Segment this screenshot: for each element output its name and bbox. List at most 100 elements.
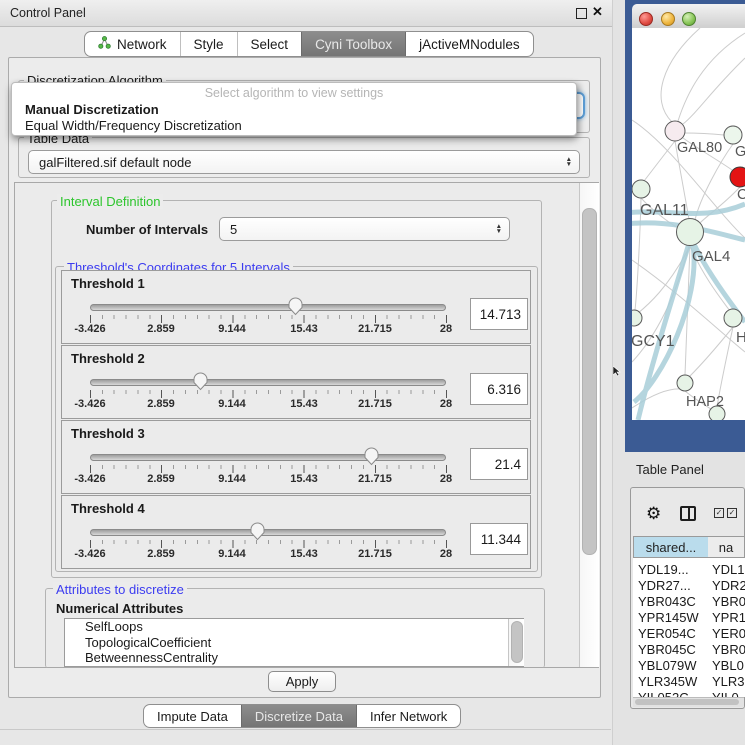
column-layout-icon[interactable] [680,506,696,521]
vertical-scrollbar-thumb[interactable] [582,208,597,555]
tab-style-label: Style [194,37,224,52]
table-row[interactable]: YLR345WYLR3 [633,674,745,690]
apply-button-label: Apply [286,674,319,689]
threshold-2-slider-thumb[interactable] [193,372,208,391]
tick-label: 9.144 [218,323,246,335]
numerical-attributes-list[interactable]: SelfLoops TopologicalCoefficient Between… [64,618,524,667]
control-panel-window: Control Panel ✕ Network Style Select [0,0,613,745]
table-row[interactable]: YBR043CYBR0 [633,594,745,610]
control-panel-titlebar: Control Panel ✕ [0,0,612,27]
node-label-gcy1: GCY1 [632,333,675,350]
tick-label: 2.859 [147,548,175,560]
zoom-traffic-light-icon[interactable] [682,12,696,26]
threshold-1-slider[interactable] [90,304,446,311]
table-row[interactable]: YDL19...YDL1 [633,562,745,578]
node-gal4[interactable] [677,219,704,246]
close-icon[interactable]: ✕ [592,4,603,20]
attributes-list-scrollbar[interactable] [508,619,524,666]
threshold-2-slider[interactable] [90,379,446,386]
threshold-2-panel: Threshold 2 -3.426 2.859 9.144 15.43 21.… [61,345,531,419]
threshold-1-value-field[interactable]: 14.713 [470,298,528,330]
popup-prompt: Select algorithm to view settings [12,85,576,102]
algorithm-popup: Select algorithm to view settings Manual… [11,82,577,136]
node-gal80[interactable] [665,121,685,141]
node-gal11[interactable] [632,180,650,198]
threshold-3-label: Threshold 3 [71,426,145,441]
table-row[interactable]: YBL079WYBL0 [633,658,745,674]
popup-option-equal-width[interactable]: Equal Width/Frequency Discretization [12,118,576,134]
threshold-3-value-field[interactable]: 21.4 [470,448,528,480]
table-horizontal-scrollbar-thumb[interactable] [635,699,739,705]
number-of-intervals-combobox[interactable]: 5 ▲▼ [219,217,510,241]
table-panel-title: Table Panel [636,462,704,477]
tab-discretize-data-label: Discretize Data [255,709,343,724]
threshold-3-slider-thumb[interactable] [364,447,379,466]
table-row[interactable]: YER054CYER0 [633,626,745,642]
table-row[interactable]: YIL052CYIL0 [633,690,745,697]
node-label-g: G. [735,144,745,160]
threshold-4-slider-thumb[interactable] [250,522,265,541]
threshold-1-panel: Threshold 1 -3.426 2.859 9.144 15.43 21.… [61,270,531,344]
gear-icon[interactable]: ⚙ [646,504,661,524]
attributes-list-scrollbar-thumb[interactable] [511,621,523,663]
tab-discretize-data[interactable]: Discretize Data [241,705,356,727]
close-traffic-light-icon[interactable] [639,12,653,26]
threshold-1-slider-thumb[interactable] [288,297,303,316]
node-g[interactable] [724,126,742,144]
table-row[interactable]: YDR27...YDR2 [633,578,745,594]
tick-label: 28 [440,548,452,560]
slider-major-ticks [90,540,448,548]
mouse-cursor [613,366,621,377]
node-hap2[interactable] [677,375,693,391]
tab-infer-network[interactable]: Infer Network [356,705,460,727]
node-gcy1[interactable] [632,310,642,326]
cyni-bottom-tabs: Impute Data Discretize Data Infer Networ… [143,704,461,728]
column-header-shared-name[interactable]: shared... [633,536,709,558]
table-row[interactable]: YPR145WYPR1 [633,610,745,626]
column-header-name[interactable]: na [708,536,745,558]
tick-label: 21.715 [358,548,392,560]
tick-label: 28 [440,398,452,410]
tab-cyni-toolbox[interactable]: Cyni Toolbox [301,32,405,56]
popup-option-manual[interactable]: Manual Discretization [12,102,576,118]
select-columns-icons[interactable]: ✓ ✓ [714,508,740,520]
column-header-label: na [719,540,733,555]
threshold-1-label: Threshold 1 [71,276,145,291]
tab-style[interactable]: Style [180,32,237,56]
minimize-traffic-light-icon[interactable] [661,12,675,26]
table-data-combobox[interactable]: galFiltered.sif default node ▲▼ [28,150,580,174]
control-panel-tabs: Network Style Select Cyni Toolbox jActiv… [84,31,534,57]
threshold-4-slider[interactable] [90,529,446,536]
node-red-selected[interactable] [730,167,745,187]
vertical-scrollbar[interactable] [579,183,599,667]
tab-select[interactable]: Select [237,32,302,56]
threshold-3-slider[interactable] [90,454,446,461]
tab-infer-network-label: Infer Network [370,709,447,724]
slider-major-ticks [90,315,448,323]
threshold-3-panel: Threshold 3 -3.426 2.859 9.144 15.43 21.… [61,420,531,494]
threshold-2-label: Threshold 2 [71,351,145,366]
list-item[interactable]: TopologicalCoefficient [65,635,523,651]
tab-network[interactable]: Network [85,32,180,56]
node-label-hap2: HAP2 [686,394,724,410]
list-item[interactable]: BetweennessCentrality [65,650,523,666]
tab-jactivemnodules[interactable]: jActiveMNodules [405,32,533,56]
attributes-group-label: Attributes to discretize [53,582,187,597]
tick-label: 2.859 [147,473,175,485]
table-row[interactable]: YBR045CYBR0 [633,642,745,658]
float-window-icon[interactable] [576,8,587,19]
threshold-2-value-field[interactable]: 6.316 [470,373,528,405]
table-horizontal-scrollbar[interactable] [633,697,744,707]
network-canvas[interactable]: GAL80 G. C GAL11 GAL4 GCY1 H HAP2 [632,28,745,420]
threshold-4-value-field[interactable]: 11.344 [470,523,528,555]
tick-label: -3.426 [74,473,105,485]
number-of-intervals-value: 5 [230,222,237,237]
tab-impute-data[interactable]: Impute Data [144,705,241,727]
apply-button[interactable]: Apply [268,671,336,692]
checkbox-icon: ✓ [714,508,724,518]
node-table-body[interactable]: YDL19...YDL1 YDR27...YDR2 YBR043CYBR0 YP… [633,558,745,697]
node-h[interactable] [724,309,742,327]
list-item[interactable]: SelfLoops [65,619,523,635]
node-label-h: H [736,329,745,346]
checkbox-icon: ✓ [727,508,737,518]
